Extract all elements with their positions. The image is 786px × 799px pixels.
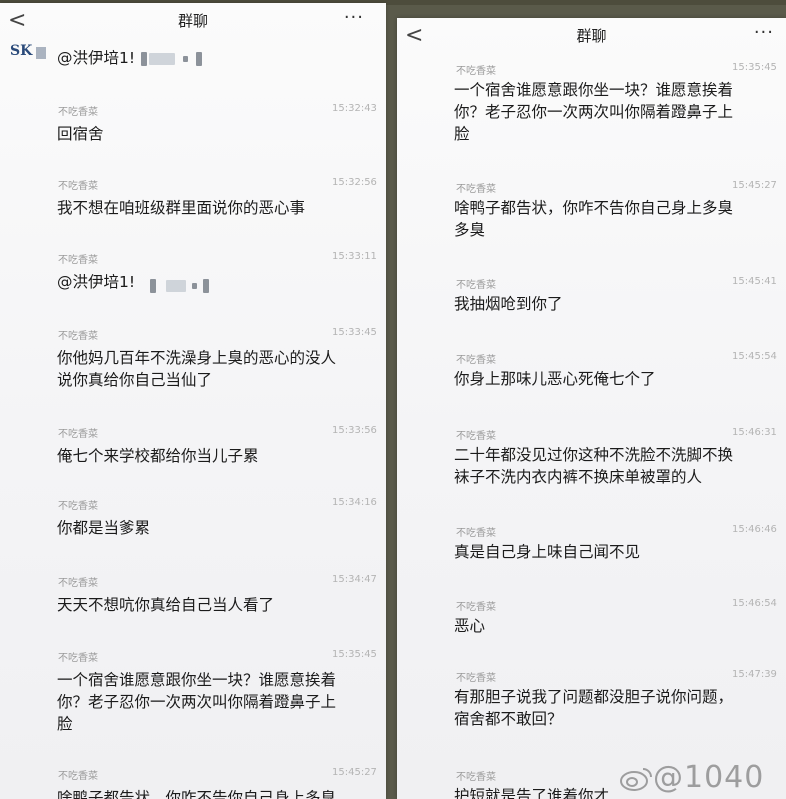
message-time: 15:32:43	[332, 103, 377, 114]
message-time: 15:33:56	[332, 425, 377, 436]
message-text: 我抽烟呛到你了	[454, 295, 563, 313]
first-mention: @洪伊培1!	[57, 47, 203, 69]
message-text: 一个宿舍谁愿意跟你坐一块？谁愿意挨着 你？老子忍你一次两次叫你隔着蹬鼻子上 脸	[454, 81, 734, 143]
message-text: 回宿舍	[57, 125, 104, 143]
message-time: 15:46:54	[732, 598, 777, 609]
more-icon[interactable]: ···	[344, 3, 364, 33]
redacted-number	[148, 275, 209, 294]
message-sender: 不吃香菜	[456, 528, 496, 539]
message-text: 我不想在咱班级群里面说你的恶心事	[57, 199, 306, 217]
message-text: 天天不想吭你真给自己当人看了	[57, 596, 275, 614]
message-sender: 不吃香菜	[456, 602, 496, 613]
message-time: 15:45:27	[732, 180, 777, 191]
message-sender: 不吃香菜	[456, 66, 496, 77]
message-text: 护短就是告了谁着你才...	[454, 787, 624, 799]
message-time: 15:34:47	[332, 574, 377, 585]
message-text: 一个宿舍谁愿意跟你坐一块？谁愿意挨着 你？老子忍你一次两次叫你隔着蹬鼻子上 脸	[57, 671, 337, 733]
message-text: @洪伊培1!	[57, 273, 136, 291]
message-sender: 不吃香菜	[58, 255, 98, 266]
message-time: 15:45:41	[732, 276, 777, 287]
message-time: 15:46:31	[732, 427, 777, 438]
message-time: 15:35:45	[732, 62, 777, 73]
message-sender: 不吃香菜	[58, 181, 98, 192]
message-time: 15:45:54	[732, 351, 777, 362]
message-sender: 不吃香菜	[456, 772, 496, 783]
chat-title: 群聊	[177, 12, 208, 30]
message-time: 15:46:46	[732, 524, 777, 535]
avatar-blur	[36, 47, 46, 59]
message-text: 啥鸭子都告状，你咋不告你自己身上多臭	[57, 789, 337, 799]
message-sender: 不吃香菜	[456, 431, 496, 442]
right-chat-screenshot: < 群聊 ··· 不吃香菜 15:35:45 一个宿舍谁愿意跟你坐一块？谁愿意挨着 …	[397, 18, 786, 799]
message-sender: 不吃香菜	[58, 653, 98, 664]
left-chat-screenshot: < 群聊 ··· SK @洪伊培1! 不吃香菜 15:32:43 回宿舍 不吃香菜 15…	[0, 3, 386, 799]
message-text: 二十年都没见过你这种不洗脸不洗脚不换 袜子不洗内衣内裤不换床单被罩的人	[454, 446, 734, 486]
weibo-logo-icon	[620, 768, 652, 791]
watermark: @1040	[653, 760, 765, 795]
message-sender: 不吃香菜	[456, 184, 496, 195]
message-sender: 不吃香菜	[58, 107, 98, 118]
message-text: 你身上那味儿恶心死俺七个了	[454, 370, 656, 388]
message-sender: 不吃香菜	[58, 331, 98, 342]
message-sender: 不吃香菜	[456, 280, 496, 291]
chat-header: < 群聊 ···	[0, 3, 386, 39]
message-time: 15:34:16	[332, 497, 377, 508]
message-time: 15:45:27	[332, 767, 377, 778]
message-text: 你他妈几百年不洗澡身上臭的恶心的没人 说你真给你自己当仙了	[57, 349, 337, 389]
message-text: 俺七个来学校都给你当儿子累	[57, 447, 259, 465]
message-time: 15:32:56	[332, 177, 377, 188]
chat-title: 群聊	[576, 27, 607, 45]
message-time: 15:47:39	[732, 669, 777, 680]
message-sender: 不吃香菜	[58, 771, 98, 782]
message-sender: 不吃香菜	[58, 429, 98, 440]
more-icon[interactable]: ···	[754, 18, 774, 48]
message-time: 15:35:45	[332, 649, 377, 660]
message-sender: 不吃香菜	[456, 355, 496, 366]
chat-header: < 群聊 ···	[397, 18, 786, 54]
message-time: 15:33:11	[332, 251, 377, 262]
message-time: 15:33:45	[332, 327, 377, 338]
message-sender: 不吃香菜	[58, 501, 98, 512]
message-text: 啥鸭子都告状，你咋不告你自己身上多臭 多臭	[454, 199, 734, 239]
message-text: 真是自己身上味自己闻不见	[454, 543, 641, 561]
message-text: 恶心	[454, 617, 486, 635]
message-sender: 不吃香菜	[58, 578, 98, 589]
message-sender: 不吃香菜	[456, 673, 496, 684]
message-text: 有那胆子说我了问题都没胆子说你问题， 宿舍都不敢回？	[454, 688, 734, 728]
message-text: 你都是当爹累	[57, 519, 151, 537]
avatar: SK	[10, 43, 33, 59]
